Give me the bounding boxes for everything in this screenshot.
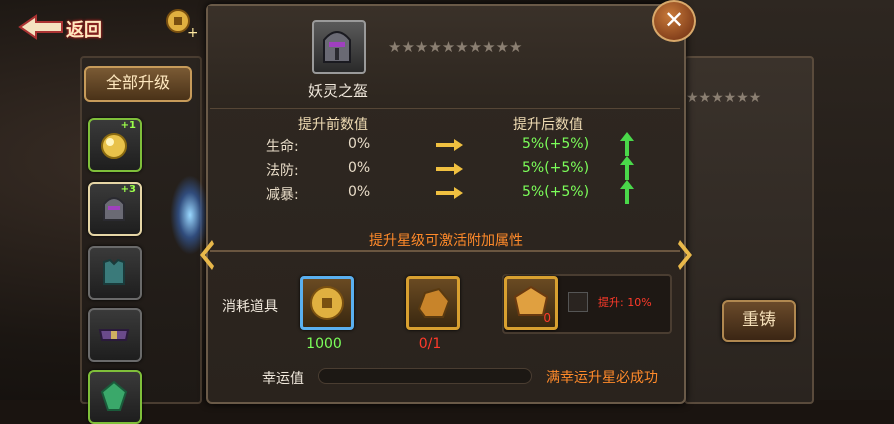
recast-button[interactable]: 重铸 xyxy=(722,300,796,342)
item-header xyxy=(208,6,684,108)
stat-label: 生命: xyxy=(266,139,299,155)
equipment-slot-helmet[interactable]: +3 xyxy=(88,182,142,236)
close-button[interactable]: ✕ xyxy=(652,0,696,42)
luck-label: 幸运值 xyxy=(262,371,304,387)
protection-text: 提升: 10% xyxy=(598,296,652,309)
right-star-rating: ★★★★★★ xyxy=(686,90,762,106)
helmet-icon xyxy=(103,197,125,221)
belt-icon xyxy=(98,329,130,341)
stat-before: 0% xyxy=(348,136,371,152)
star-upgrade-dialog: 妖灵之盔 ★★★★★★★★★★ 提升前数值 提升后数值 生命: 0% 5%(+5… xyxy=(206,4,686,404)
consume-label: 消耗道具 xyxy=(222,299,278,315)
up-arrow-icon xyxy=(620,156,634,180)
back-arrow-icon xyxy=(18,14,63,40)
stat-before: 0% xyxy=(348,160,371,176)
stat-row: 减暴: 0% 5%(+5%) xyxy=(208,180,684,206)
coin-icon xyxy=(310,286,344,320)
stat-after: 5%(+5%) xyxy=(522,136,590,152)
luck-progress-bar xyxy=(318,368,532,384)
stat-before: 0% xyxy=(348,184,371,200)
close-icon: ✕ xyxy=(663,6,685,34)
stat-after: 5%(+5%) xyxy=(522,184,590,200)
helmet-icon xyxy=(323,31,351,63)
before-header: 提升前数值 xyxy=(298,117,368,133)
equipment-slot-belt[interactable] xyxy=(88,308,142,362)
item-icon-frame xyxy=(312,20,366,74)
star-hint-text: 提升星级可激活附加属性 xyxy=(369,233,523,249)
stat-label: 法防: xyxy=(266,163,299,179)
up-arrow-icon xyxy=(620,180,634,204)
protection-panel: 0 提升: 10% xyxy=(502,274,672,334)
consume-item-ore[interactable] xyxy=(406,276,460,330)
equipment-slot-orb[interactable]: +1 xyxy=(88,118,142,172)
gem-icon xyxy=(100,380,128,411)
consume-item-protect-stone[interactable]: 0 xyxy=(504,276,558,330)
upgrade-all-button[interactable]: 全部升级 xyxy=(84,66,192,102)
right-panel xyxy=(684,56,814,404)
stat-after: 5%(+5%) xyxy=(522,160,590,176)
up-arrow-icon xyxy=(620,132,634,156)
equipment-slot-armor[interactable] xyxy=(88,246,142,300)
luck-hint-text: 满幸运升星必成功 xyxy=(546,370,658,386)
protect-stone-quantity: 0 xyxy=(543,311,551,325)
stat-label: 减暴: xyxy=(266,187,299,203)
ore-quantity: 0/1 xyxy=(418,336,442,352)
item-star-rating: ★★★★★★★★★★ xyxy=(388,38,523,56)
divider xyxy=(210,108,680,109)
back-label: 返回 xyxy=(66,20,102,41)
svg-text:+: + xyxy=(187,25,197,38)
divider xyxy=(210,250,680,252)
coin-quantity: 1000 xyxy=(306,336,342,352)
consume-item-coin[interactable] xyxy=(300,276,354,330)
chevron-right-icon[interactable] xyxy=(676,238,694,272)
after-header: 提升后数值 xyxy=(513,117,583,133)
right-arrow-icon xyxy=(436,139,463,151)
chevron-left-icon[interactable] xyxy=(198,238,216,272)
golden-orb-icon xyxy=(101,133,127,159)
item-name: 妖灵之盔 xyxy=(307,82,368,100)
equipment-slot-gem[interactable] xyxy=(88,370,142,424)
ore-icon xyxy=(417,287,451,318)
armor-icon xyxy=(103,258,125,285)
back-button[interactable]: 返回 xyxy=(18,10,118,44)
coin-add-icon[interactable]: + xyxy=(165,8,197,38)
stat-row: 法防: 0% 5%(+5%) xyxy=(208,156,684,182)
right-arrow-icon xyxy=(436,163,463,175)
protection-checkbox[interactable] xyxy=(568,292,588,312)
right-arrow-icon xyxy=(436,187,463,199)
stat-row: 生命: 0% 5%(+5%) xyxy=(208,132,684,158)
